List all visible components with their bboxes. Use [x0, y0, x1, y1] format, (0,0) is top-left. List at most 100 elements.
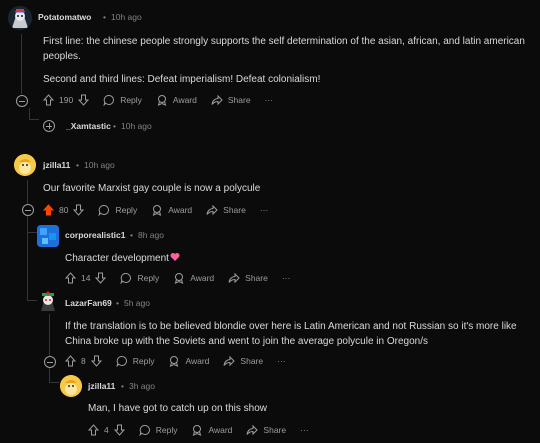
thread-line[interactable] — [21, 34, 22, 94]
award-label: Award — [185, 356, 210, 366]
comment-paragraph: Man, I have got to catch up on this show — [88, 403, 267, 414]
more-options-label: ··· — [264, 95, 274, 105]
username[interactable]: LazarFan69 — [65, 298, 112, 308]
downvote-icon[interactable] — [73, 204, 85, 216]
share-button[interactable]: Share — [246, 424, 286, 436]
award-icon — [193, 425, 202, 436]
award-button[interactable]: Award — [173, 272, 214, 284]
reply-button[interactable]: Reply — [120, 272, 159, 284]
thread-line[interactable] — [49, 314, 50, 356]
reply-label: Reply — [132, 356, 155, 366]
speech-bubble-icon — [116, 356, 127, 367]
vote-controls: 190 — [43, 94, 90, 106]
more-options-button[interactable]: ··· — [277, 356, 286, 366]
award-label: Award — [168, 205, 193, 215]
thread-connector — [29, 119, 39, 120]
more-options-label: ··· — [281, 273, 291, 283]
reply-button[interactable]: Reply — [139, 424, 178, 436]
vote-count: 14 — [81, 273, 91, 283]
share-icon — [246, 424, 259, 436]
award-button[interactable]: Award — [168, 355, 209, 367]
share-button[interactable]: Share — [223, 355, 263, 367]
vote-controls: 8 — [65, 355, 102, 367]
speech-bubble-icon — [98, 205, 110, 216]
thread-line[interactable] — [49, 368, 50, 382]
username[interactable]: Potatomatwo — [38, 12, 91, 22]
upvote-icon[interactable] — [65, 272, 76, 284]
more-options-button[interactable]: ··· — [265, 95, 274, 105]
share-label: Share — [263, 425, 287, 435]
comment-actions: 14 Reply Award Share ··· — [65, 270, 304, 286]
reply-button[interactable]: Reply — [116, 355, 155, 367]
share-button[interactable]: Share — [211, 94, 251, 106]
more-options-button[interactable]: ··· — [282, 273, 291, 283]
share-icon — [223, 355, 236, 367]
reply-button[interactable]: Reply — [103, 94, 142, 106]
share-button[interactable]: Share — [228, 272, 268, 284]
timestamp: • 3h ago — [121, 381, 155, 391]
comment-body: Man, I have got to catch up on this show — [88, 401, 528, 416]
username[interactable]: _Xamtastic — [66, 121, 111, 131]
reply-label: Reply — [155, 425, 178, 435]
share-button[interactable]: Share — [206, 204, 246, 216]
timestamp: • 10h ago — [76, 160, 115, 170]
expand-thread-button[interactable] — [43, 120, 55, 132]
award-button[interactable]: Award — [191, 424, 232, 436]
thread-line[interactable] — [27, 180, 28, 204]
speech-bubble-icon — [120, 273, 132, 284]
pixel-avatar-icon — [37, 225, 59, 247]
comment-paragraph: Second and third lines: Defeat imperiali… — [43, 74, 321, 85]
username[interactable]: corporealistic1 — [65, 230, 125, 240]
avatar[interactable] — [14, 154, 36, 176]
comment-actions: 190 Reply Award Share ··· — [43, 92, 287, 108]
upvote-icon[interactable] — [65, 355, 76, 367]
thread-connector — [49, 382, 59, 383]
more-options-label: ··· — [259, 205, 269, 215]
collapse-thread-button[interactable] — [22, 204, 34, 216]
vote-count: 8 — [81, 356, 86, 366]
comment-paragraph: Character development — [65, 253, 169, 264]
award-label: Award — [172, 95, 197, 105]
vote-controls: 80 — [43, 204, 85, 216]
award-label: Award — [208, 425, 233, 435]
avatar[interactable] — [8, 6, 32, 30]
avatar[interactable] — [37, 291, 59, 313]
share-icon — [228, 272, 240, 284]
speech-bubble-icon — [139, 425, 150, 436]
comment-body: If the translation is to be believed blo… — [65, 319, 530, 349]
upvote-icon-active[interactable] — [43, 204, 54, 216]
thread-connector — [27, 232, 37, 233]
avatar[interactable] — [60, 375, 82, 397]
comment-actions: 80 Reply Award Share ··· — [43, 202, 282, 218]
downvote-icon[interactable] — [95, 272, 107, 284]
avatar[interactable] — [37, 225, 59, 247]
award-icon — [152, 205, 162, 216]
collapse-thread-button[interactable] — [16, 95, 28, 107]
reply-button[interactable]: Reply — [98, 204, 137, 216]
more-options-button[interactable]: ··· — [260, 205, 269, 215]
downvote-icon[interactable] — [78, 94, 90, 106]
award-button[interactable]: Award — [151, 204, 192, 216]
more-options-button[interactable]: ··· — [300, 425, 309, 435]
more-options-label: ··· — [277, 356, 286, 366]
reply-label: Reply — [137, 273, 160, 283]
comment-body: First line: the chinese people strongly … — [43, 34, 533, 87]
collapse-thread-button[interactable] — [44, 356, 56, 368]
thread-line[interactable] — [27, 216, 28, 300]
award-icon — [157, 95, 167, 106]
username[interactable]: jzilla11 — [43, 160, 70, 170]
snoo-avatar-icon — [60, 375, 82, 397]
comment-paragraph: First line: the chinese people strongly … — [43, 36, 525, 62]
username[interactable]: jzilla11 — [88, 381, 115, 391]
vote-count: 4 — [104, 425, 109, 435]
downvote-icon[interactable] — [113, 424, 125, 436]
downvote-icon[interactable] — [90, 355, 102, 367]
award-icon — [170, 356, 179, 367]
timestamp: • 8h ago — [130, 230, 164, 240]
upvote-icon[interactable] — [43, 94, 54, 106]
thread-connector — [27, 300, 37, 301]
upvote-icon[interactable] — [88, 424, 99, 436]
comment-paragraph: Our favorite Marxist gay couple is now a… — [43, 183, 261, 194]
timestamp: • 5h ago — [116, 298, 150, 308]
award-button[interactable]: Award — [156, 94, 197, 106]
